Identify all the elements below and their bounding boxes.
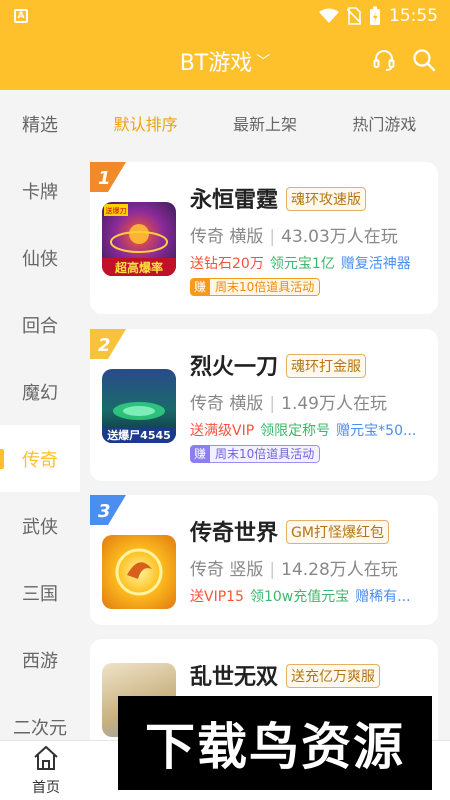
tab-popular[interactable]: 热门游戏 [352, 111, 416, 135]
watermark-text: 下载鸟资源 [145, 718, 405, 776]
sidebar-item-chuanqi[interactable]: 传奇 [0, 425, 80, 492]
perk-text: 赠稀有... [355, 589, 411, 605]
no-sim-icon [347, 7, 361, 25]
game-tag: 魂环打金服 [286, 354, 367, 378]
event-badge: 赚周末10倍道具活动 [190, 445, 321, 463]
status-bar: A 15:55 [0, 0, 450, 32]
rank-badge: 1 [90, 162, 126, 192]
player-count: 43.03万人在玩 [281, 227, 398, 247]
game-card[interactable]: 3 传奇世界 GM打怪爆红包 传奇 竖版 | 14.28万人在玩 送VIP15 领10w… [90, 495, 438, 625]
svg-text:2: 2 [98, 335, 111, 356]
home-icon [34, 745, 58, 770]
svg-text:送爆刀: 送爆刀 [106, 206, 127, 215]
game-tag: 魂环攻速版 [286, 187, 367, 211]
svg-text:送爆尸4545: 送爆尸4545 [106, 428, 171, 442]
sidebar-item-sanguo[interactable]: 三国 [0, 559, 80, 626]
game-genre: 传奇 竖版 [190, 560, 264, 580]
top-bar: A 15:55 BT游戏 ﹀ [0, 0, 450, 90]
perk-text: 赠复活神器 [340, 256, 411, 272]
game-icon [102, 535, 176, 609]
clock: 15:55 [389, 6, 438, 26]
wifi-icon [319, 8, 339, 23]
sidebar-item-xianxia[interactable]: 仙侠 [0, 224, 80, 291]
sidebar-item-huihe[interactable]: 回合 [0, 291, 80, 358]
headset-icon[interactable] [372, 48, 396, 72]
sidebar-item-xiyou[interactable]: 西游 [0, 626, 80, 693]
game-art: 超高爆率 送爆刀 [102, 204, 176, 276]
perk-text: 领元宝1亿 [269, 256, 335, 272]
game-title: 烈火一刀 [190, 355, 279, 380]
nav-home[interactable]: 首页 [24, 745, 68, 797]
notification-app-icon: A [14, 9, 28, 23]
sidebar-item-mohuan[interactable]: 魔幻 [0, 358, 80, 425]
category-sidebar: 精选 卡牌 仙侠 回合 魔幻 传奇 武侠 三国 西游 二次元 [0, 90, 80, 740]
battery-charging-icon [370, 6, 380, 25]
game-title: 乱世无双 [190, 665, 279, 690]
sidebar-item-kapai[interactable]: 卡牌 [0, 157, 80, 224]
game-title: 传奇世界 [190, 521, 279, 546]
perk-text: 领10w充值元宝 [249, 589, 350, 605]
chevron-down-icon[interactable]: ﹀ [256, 51, 270, 71]
game-tag: 送充亿万爽服 [286, 664, 381, 688]
game-icon: 超高爆率 送爆刀 [102, 202, 176, 276]
perk-text: 领限定称号 [260, 423, 331, 439]
player-count: 1.49万人在玩 [281, 394, 387, 414]
perk-text: 送VIP15 [190, 589, 244, 605]
sort-tabs: 默认排序 最新上架 热门游戏 [80, 90, 450, 155]
perk-text: 赠元宝*50... [336, 423, 417, 439]
search-icon[interactable] [412, 48, 436, 72]
page-title-dropdown[interactable]: BT游戏 [180, 45, 253, 77]
game-card[interactable]: 2 送爆尸4545 烈火一刀 魂环打金服 传奇 横版 | 1.49万人在玩 送满级VI… [90, 329, 438, 481]
game-icon: 送爆尸4545 [102, 369, 176, 443]
game-art [115, 548, 163, 596]
header: BT游戏 ﹀ [0, 32, 450, 90]
tab-default-sort[interactable]: 默认排序 [114, 111, 178, 135]
game-list-panel: 默认排序 最新上架 热门游戏 1 超高爆率 送爆刀 永恒雷霆 魂环攻速版 传奇 横… [80, 90, 450, 740]
game-tag: GM打怪爆红包 [286, 520, 389, 544]
game-card[interactable]: 1 超高爆率 送爆刀 永恒雷霆 魂环攻速版 传奇 横版 | 43.03万人在玩 送钻石… [90, 162, 438, 314]
sidebar-item-jingxuan[interactable]: 精选 [0, 90, 80, 157]
svg-text:超高爆率: 超高爆率 [114, 260, 163, 275]
player-count: 14.28万人在玩 [281, 560, 398, 580]
perk-text: 送满级VIP [190, 423, 255, 439]
game-genre: 传奇 横版 [190, 394, 264, 414]
tab-newest[interactable]: 最新上架 [233, 111, 297, 135]
game-art: 送爆尸4545 [102, 402, 176, 443]
svg-text:1: 1 [98, 168, 111, 189]
event-badge: 赚周末10倍道具活动 [190, 278, 321, 296]
perk-text: 送钻石20万 [190, 256, 264, 272]
rank-badge: 3 [90, 495, 126, 525]
svg-text:3: 3 [98, 501, 111, 522]
game-title: 永恒雷霆 [190, 188, 279, 213]
sidebar-item-wuxia[interactable]: 武侠 [0, 492, 80, 559]
game-genre: 传奇 横版 [190, 227, 264, 247]
watermark: 下载鸟资源 [118, 696, 432, 790]
nav-home-label: 首页 [32, 780, 60, 796]
rank-badge: 2 [90, 329, 126, 359]
